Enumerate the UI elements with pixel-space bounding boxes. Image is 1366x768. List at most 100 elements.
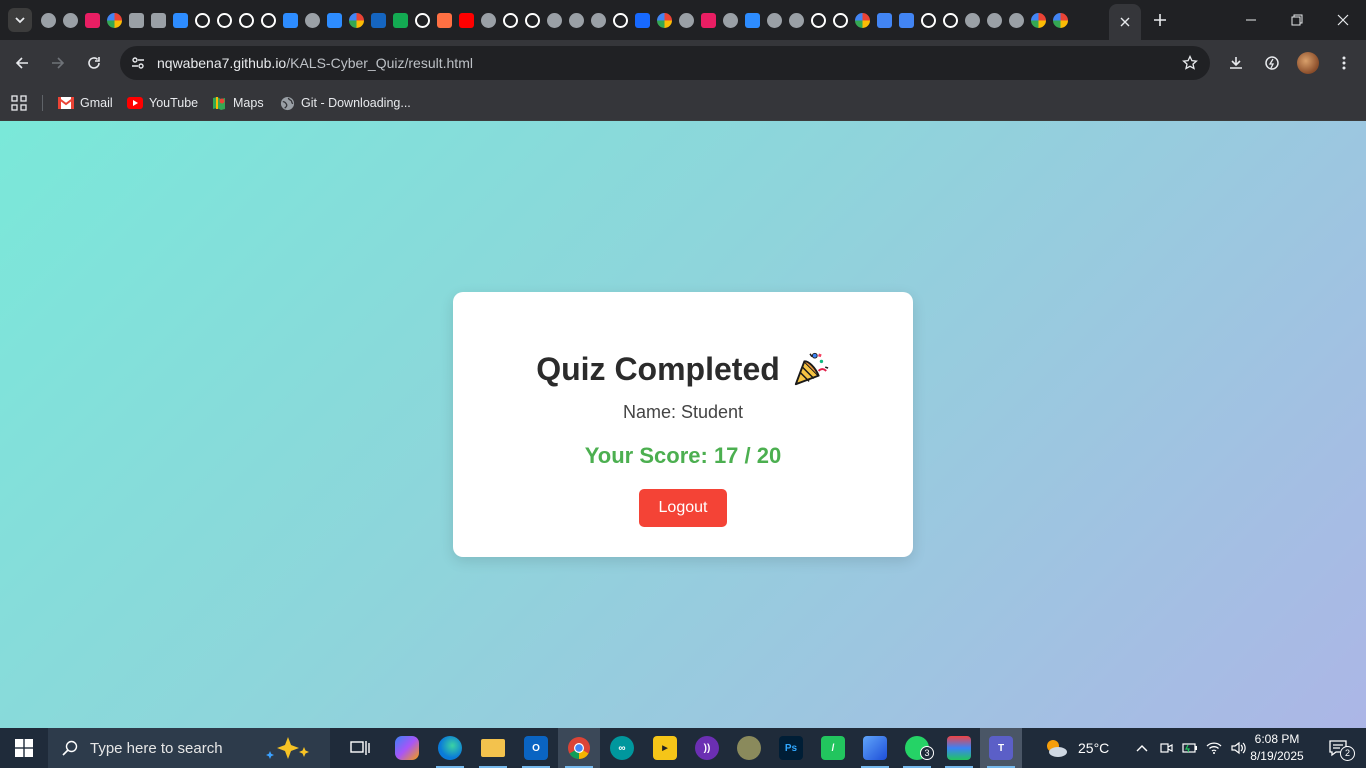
back-button[interactable] (6, 47, 38, 79)
minimize-button[interactable] (1228, 0, 1274, 40)
taskbar-app[interactable]: )) (686, 728, 728, 768)
browser-tab[interactable] (939, 8, 961, 32)
site-info-icon[interactable] (126, 51, 150, 75)
tab-search-button[interactable] (8, 8, 32, 32)
browser-tab[interactable] (609, 8, 631, 32)
new-tab-button[interactable] (1148, 8, 1172, 32)
weather-widget[interactable]: 25°C (1044, 728, 1109, 768)
browser-tab[interactable] (829, 8, 851, 32)
battery-icon[interactable] (1178, 728, 1202, 768)
taskbar-app[interactable]: / (812, 728, 854, 768)
taskbar-app[interactable] (728, 728, 770, 768)
browser-tab[interactable] (785, 8, 807, 32)
browser-tab[interactable] (235, 8, 257, 32)
browser-tab[interactable] (477, 8, 499, 32)
browser-tab[interactable] (1027, 8, 1049, 32)
browser-tab[interactable] (191, 8, 213, 32)
github-icon (238, 12, 254, 28)
apps-button[interactable] (11, 92, 27, 114)
menu-button[interactable] (1328, 47, 1360, 79)
bookmark-maps[interactable]: Maps (211, 92, 264, 114)
browser-tab[interactable] (697, 8, 719, 32)
browser-tab[interactable] (37, 8, 59, 32)
browser-tab[interactable] (323, 8, 345, 32)
browser-tab[interactable] (103, 8, 125, 32)
address-bar[interactable]: nqwabena7.github.io/KALS-Cyber_Quiz/resu… (120, 46, 1210, 80)
bookmark-star-icon[interactable] (1178, 51, 1202, 75)
taskbar-search[interactable]: Type here to search (48, 728, 330, 768)
reload-button[interactable] (78, 47, 110, 79)
browser-tab[interactable] (125, 8, 147, 32)
logout-button[interactable]: Logout (639, 489, 727, 527)
url-text[interactable]: nqwabena7.github.io/KALS-Cyber_Quiz/resu… (157, 55, 473, 71)
taskbar-teams[interactable]: T (980, 728, 1022, 768)
browser-tab[interactable] (675, 8, 697, 32)
browser-tab[interactable] (345, 8, 367, 32)
taskbar-chrome[interactable] (558, 728, 600, 768)
browser-tab[interactable] (719, 8, 741, 32)
close-window-button[interactable] (1320, 0, 1366, 40)
clock[interactable]: 6:08 PM 8/19/2025 (1246, 731, 1308, 765)
profile-avatar[interactable] (1297, 52, 1319, 74)
taskbar-outlook[interactable]: O (515, 728, 557, 768)
browser-tab[interactable] (587, 8, 609, 32)
browser-tab[interactable] (499, 8, 521, 32)
browser-tab[interactable] (455, 8, 477, 32)
performance-button[interactable] (1256, 47, 1288, 79)
browser-tab[interactable] (521, 8, 543, 32)
bookmark-youtube[interactable]: YouTube (127, 92, 198, 114)
taskbar-copilot[interactable] (386, 728, 428, 768)
show-hidden-icons[interactable] (1130, 728, 1154, 768)
close-tab-icon[interactable] (1120, 17, 1130, 27)
start-button[interactable] (0, 728, 48, 768)
browser-tab[interactable] (1049, 8, 1071, 32)
downloads-button[interactable] (1220, 47, 1252, 79)
browser-tab[interactable] (169, 8, 191, 32)
restore-button[interactable] (1274, 0, 1320, 40)
active-tab[interactable] (1109, 4, 1141, 40)
close-icon (1337, 14, 1349, 26)
browser-tab[interactable] (763, 8, 785, 32)
notification-center-button[interactable]: 2 (1318, 728, 1358, 768)
browser-tab[interactable] (983, 8, 1005, 32)
browser-tab[interactable] (213, 8, 235, 32)
browser-tab[interactable] (1005, 8, 1027, 32)
taskbar-app[interactable] (938, 728, 980, 768)
taskbar-file-explorer[interactable] (472, 728, 514, 768)
wifi-icon[interactable] (1202, 728, 1226, 768)
browser-tab[interactable] (851, 8, 873, 32)
taskbar-photoshop[interactable]: Ps (770, 728, 812, 768)
browser-tab[interactable] (807, 8, 829, 32)
browser-tab[interactable] (279, 8, 301, 32)
browser-tab[interactable] (917, 8, 939, 32)
browser-tab[interactable] (565, 8, 587, 32)
browser-tab[interactable] (873, 8, 895, 32)
browser-tab[interactable] (741, 8, 763, 32)
browser-tab[interactable] (411, 8, 433, 32)
taskbar-arduino[interactable]: ∞ (601, 728, 643, 768)
weather-temp: 25°C (1078, 740, 1110, 756)
meet-now-icon[interactable] (1154, 728, 1178, 768)
forward-button[interactable] (42, 47, 74, 79)
browser-tab[interactable] (895, 8, 917, 32)
bookmark-gmail[interactable]: Gmail (58, 92, 113, 114)
browser-tab[interactable] (301, 8, 323, 32)
taskbar-photos[interactable] (854, 728, 896, 768)
browser-tab[interactable] (147, 8, 169, 32)
browser-tab[interactable] (367, 8, 389, 32)
taskbar-whatsapp[interactable]: 3 (896, 728, 938, 768)
browser-tab[interactable] (389, 8, 411, 32)
browser-tab[interactable] (81, 8, 103, 32)
browser-tab[interactable] (631, 8, 653, 32)
browser-tab[interactable] (653, 8, 675, 32)
browser-tab[interactable] (257, 8, 279, 32)
photos-icon (863, 736, 887, 760)
bookmark-git[interactable]: Git - Downloading... (279, 92, 411, 114)
browser-tab[interactable] (433, 8, 455, 32)
task-view-button[interactable] (339, 728, 381, 768)
browser-tab[interactable] (59, 8, 81, 32)
taskbar-edge[interactable] (429, 728, 471, 768)
taskbar-player[interactable]: ▶ (644, 728, 686, 768)
browser-tab[interactable] (543, 8, 565, 32)
browser-tab[interactable] (961, 8, 983, 32)
